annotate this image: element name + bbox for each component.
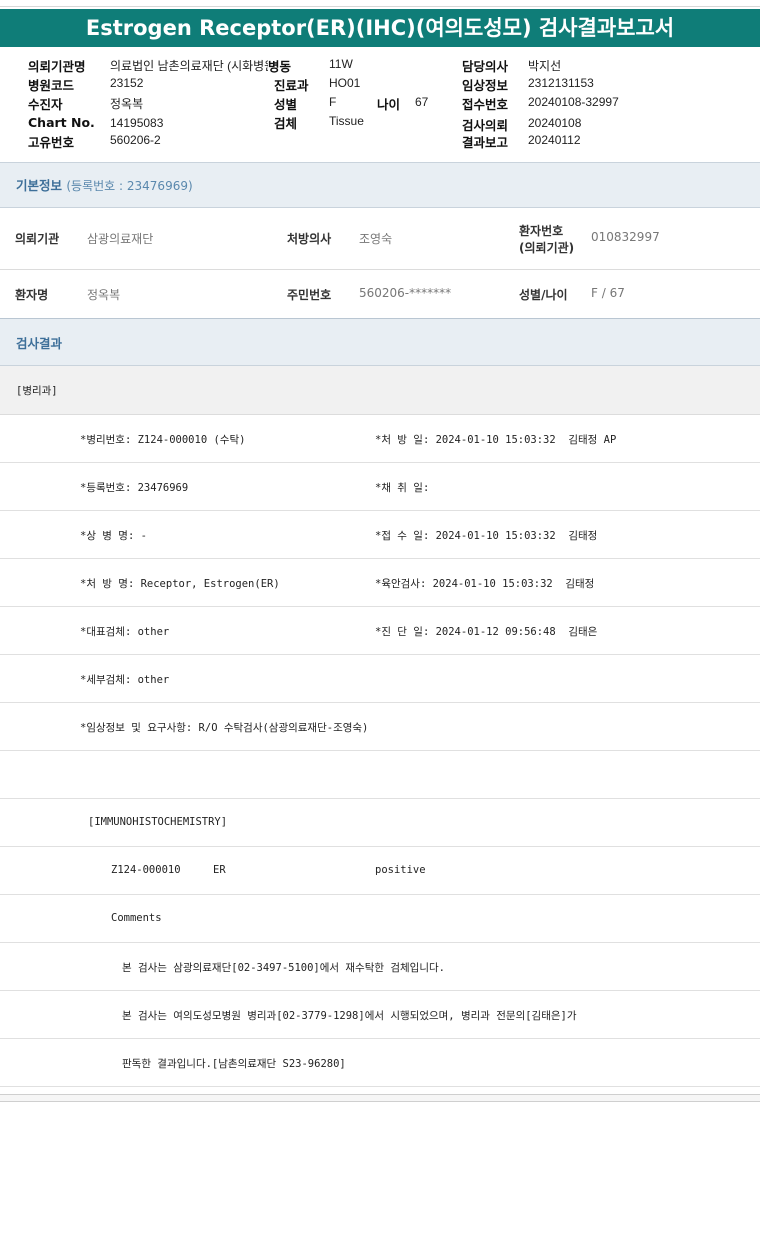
department-row: [병리과] [0, 366, 760, 415]
results-header: 검사결과 [0, 319, 760, 366]
specimen-value: Tissue [329, 114, 364, 128]
result-line-left: *세부검체: other [80, 674, 170, 686]
specimen-label: 검체 [274, 116, 298, 131]
result-line: *대표검체: other *진 단 일: 2024-01-12 09:56:48… [0, 607, 760, 655]
result-line: *상 병 명: - *접 수 일: 2024-01-10 15:03:32 김태… [0, 511, 760, 559]
sex-age-label: 성별/나이 [519, 288, 568, 302]
sex-label: 성별 [274, 97, 298, 112]
ihc-marker: ER [213, 864, 226, 876]
hosp-code-value: 23152 [110, 76, 144, 90]
blank-line [0, 751, 760, 799]
reception-value: 20240108-32997 [528, 95, 619, 109]
ihc-header: [IMMUNOHISTOCHEMISTRY] [88, 816, 228, 828]
result-line: *처 방 명: Receptor, Estrogen(ER) *육안검사: 20… [0, 559, 760, 607]
reception-label: 접수번호 [462, 97, 509, 112]
result-line-right: *육안검사: 2024-01-10 15:03:32 김태정 [375, 578, 595, 590]
result-line: *등록번호: 23476969 *채 취 일: [0, 463, 760, 511]
comment-text: 본 검사는 삼광의료재단[02-3497-5100]에서 재수탁한 검체입니다. [122, 962, 445, 974]
doctor-value: 박지선 [528, 59, 562, 73]
rrn-value: 560206-******* [359, 286, 452, 300]
result-line-left: *병리번호: Z124-000010 (수탁) [80, 434, 246, 446]
patient-name-value: 정옥복 [87, 288, 121, 302]
result-line-left: *처 방 명: Receptor, Estrogen(ER) [80, 578, 280, 590]
doctor-label: 담당의사 [462, 59, 509, 74]
rrn-label: 주민번호 [287, 288, 332, 302]
comment-row: 본 검사는 삼광의료재단[02-3497-5100]에서 재수탁한 검체입니다. [0, 943, 760, 991]
chart-label: Chart No. [28, 115, 95, 130]
ihc-header-row: [IMMUNOHISTOCHEMISTRY] [0, 799, 760, 847]
result-line: *임상정보 및 요구사항: R/O 수탁검사(삼광의료재단-조영숙) [0, 703, 760, 751]
age-label: 나이 [377, 97, 401, 112]
basic-info-header: 기본정보 (등록번호 : 23476969) [0, 162, 760, 208]
registration-number: (등록번호 : 23476969) [66, 179, 193, 193]
prescriber-label: 처방의사 [287, 232, 332, 246]
basic-info-row-1: 의뢰기관 삼광의료재단 처방의사 조영숙 환자번호 (의뢰기관) 01083299… [0, 207, 760, 270]
report-label: 결과보고 [462, 135, 509, 150]
org-value: 의료법인 남촌의료재단 (시화병원) [110, 59, 268, 73]
comment-row: 본 검사는 여의도성모병원 병리과[02-3779-1298]에서 시행되었으며… [0, 991, 760, 1039]
patient-no-label: 환자번호 (의뢰기관) [519, 224, 575, 255]
report-value: 20240112 [528, 133, 581, 147]
ordering-org-value: 삼광의료재단 [87, 232, 154, 246]
ward-value: 11W [329, 57, 353, 71]
prescriber-value: 조영숙 [359, 232, 393, 246]
bottom-border [0, 1094, 760, 1102]
ihc-pathology-id: Z124-000010 [111, 864, 181, 876]
patient-label: 수진자 [28, 97, 63, 112]
sex-age-value: F / 67 [591, 286, 625, 300]
chart-value: 14195083 [110, 116, 164, 130]
result-line: *세부검체: other [0, 655, 760, 703]
result-line-right: *접 수 일: 2024-01-10 15:03:32 김태정 [375, 530, 598, 542]
ordering-org-label: 의뢰기관 [15, 232, 60, 246]
hosp-code-label: 병원코드 [28, 78, 75, 93]
clinical-label: 임상정보 [462, 78, 509, 93]
org-label: 의뢰기관명 [28, 59, 86, 74]
patient-name-label: 환자명 [15, 288, 49, 302]
patient-value: 정옥복 [110, 97, 144, 111]
basic-info-row-2: 환자명 정옥복 주민번호 560206-******* 성별/나이 F / 67 [0, 270, 760, 319]
result-line-right: *처 방 일: 2024-01-10 15:03:32 김태정 AP [375, 434, 617, 446]
comments-label: Comments [111, 912, 162, 924]
department-label: [병리과] [16, 385, 58, 397]
result-line-left: *상 병 명: - [80, 530, 147, 542]
unique-label: 고유번호 [28, 135, 75, 150]
comment-text: 본 검사는 여의도성모병원 병리과[02-3779-1298]에서 시행되었으며… [122, 1010, 577, 1022]
age-value: 67 [415, 95, 429, 109]
ward-label: 병동 [268, 59, 292, 74]
top-border [0, 0, 760, 7]
ihc-result: positive [375, 864, 426, 876]
result-line: *병리번호: Z124-000010 (수탁) *처 방 일: 2024-01-… [0, 415, 760, 463]
request-value: 20240108 [528, 116, 582, 130]
result-line-left: *등록번호: 23476969 [80, 482, 189, 494]
result-line-left: *대표검체: other [80, 626, 170, 638]
report-title: Estrogen Receptor(ER)(IHC)(여의도성모) 검사결과보고… [0, 9, 760, 47]
sex-value: F [329, 95, 337, 109]
comment-text: 판독한 결과입니다.[남촌의료재단 S23-96280] [122, 1058, 346, 1070]
comments-label-row: Comments [0, 895, 760, 943]
dept-label: 진료과 [274, 78, 309, 93]
patient-no-value: 010832997 [591, 230, 660, 244]
ihc-result-row: Z124-000010 ER positive [0, 847, 760, 895]
comment-row: 판독한 결과입니다.[남촌의료재단 S23-96280] [0, 1039, 760, 1087]
result-line-right: *진 단 일: 2024-01-12 09:56:48 김태은 [375, 626, 598, 638]
unique-value: 560206-2 [110, 133, 161, 147]
basic-info-title: 기본정보 (등록번호 : 23476969) [16, 178, 193, 193]
results-title: 검사결과 [16, 336, 63, 351]
clinical-value: 2312131153 [528, 76, 594, 90]
result-line-right: *채 취 일: [375, 482, 430, 494]
result-line-left: *임상정보 및 요구사항: R/O 수탁검사(삼광의료재단-조영숙) [80, 722, 369, 734]
dept-value: HO01 [329, 76, 361, 90]
